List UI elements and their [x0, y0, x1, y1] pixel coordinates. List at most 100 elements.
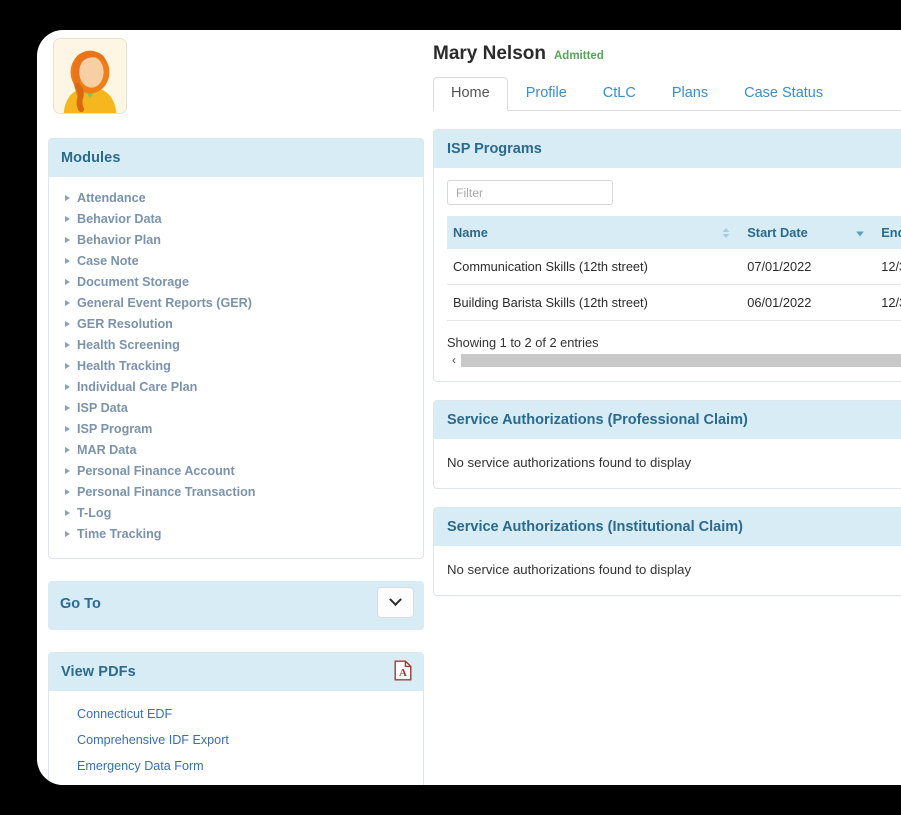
sidebar-item-label: GER Resolution — [77, 316, 173, 331]
pdf-file-icon[interactable]: A — [394, 660, 412, 681]
isp-programs-title: ISP Programs — [434, 130, 901, 168]
isp-programs-table: Name Start Date En Communication Skills … — [447, 216, 901, 321]
table-cell-name: Building Barista Skills (12th street) — [447, 284, 742, 321]
table-cell-end-date: 12/31/2022 — [875, 284, 901, 321]
column-header-start-date[interactable]: Start Date — [741, 216, 876, 249]
sidebar-item-label: Case Note — [77, 253, 139, 268]
main-content: Mary Nelson Admitted Home Profile CtLC Plan… — [433, 30, 901, 596]
sidebar-item-module[interactable]: MAR Data — [49, 439, 423, 460]
caret-right-icon — [65, 530, 70, 537]
sidebar-item-module[interactable]: Behavior Data — [49, 208, 423, 229]
sidebar-item-module[interactable]: Attendance — [49, 187, 423, 208]
sidebar-item-label: Health Screening — [77, 337, 180, 352]
page-title: Mary Nelson — [433, 43, 546, 64]
caret-right-icon — [65, 341, 70, 348]
tab-plans[interactable]: Plans — [654, 77, 726, 110]
pdf-link[interactable]: Emergency Data Form — [49, 753, 423, 779]
go-to-panel: Go To — [48, 581, 424, 630]
sidebar-item-module[interactable]: ISP Program — [49, 418, 423, 439]
sidebar-item-label: Behavior Data — [77, 211, 162, 226]
service-auth-professional-body: No service authorizations found to displ… — [434, 439, 901, 488]
sidebar-item-label: MAR Data — [77, 442, 137, 457]
isp-programs-panel: ISP Programs Name — [433, 129, 901, 382]
sidebar-item-module[interactable]: ISP Data — [49, 397, 423, 418]
sidebar-item-module[interactable]: Personal Finance Transaction — [49, 481, 423, 502]
table-cell-start-date: 07/01/2022 — [741, 249, 876, 285]
sidebar-item-module[interactable]: Behavior Plan — [49, 229, 423, 250]
go-to-dropdown-button[interactable] — [377, 587, 414, 618]
caret-right-icon — [65, 215, 70, 222]
sidebar-item-module[interactable]: Personal Finance Account — [49, 460, 423, 481]
filter-input[interactable] — [447, 180, 613, 205]
sort-both-icon — [721, 227, 731, 239]
caret-right-icon — [65, 467, 70, 474]
service-auth-institutional-empty: No service authorizations found to displ… — [447, 562, 692, 577]
table-cell-name: Communication Skills (12th street) — [447, 249, 742, 285]
sidebar-item-module[interactable]: Health Tracking — [49, 355, 423, 376]
go-to-label: Go To — [60, 596, 101, 612]
tab-case-status[interactable]: Case Status — [726, 77, 841, 110]
view-pdfs-title: View PDFs — [61, 664, 136, 680]
tab-home[interactable]: Home — [433, 77, 508, 111]
caret-right-icon — [65, 509, 70, 516]
caret-right-icon — [65, 278, 70, 285]
sidebar-item-label: Health Tracking — [77, 358, 171, 373]
service-auth-professional-title: Service Authorizations (Professional Cla… — [434, 401, 901, 439]
sidebar-item-module[interactable]: Individual Care Plan — [49, 376, 423, 397]
table-cell-start-date: 06/01/2022 — [741, 284, 876, 321]
app-card: Modules Attendance Behavior Data Behavior … — [37, 30, 901, 785]
sidebar-item-label: Time Tracking — [77, 526, 162, 541]
sidebar-item-label: ISP Data — [77, 400, 128, 415]
sidebar-item-module[interactable]: Case Note — [49, 250, 423, 271]
scrollbar-track[interactable] — [461, 354, 901, 367]
caret-right-icon — [65, 362, 70, 369]
sidebar-item-label: T-Log — [77, 505, 112, 520]
sidebar-item-module[interactable]: General Event Reports (GER) — [49, 292, 423, 313]
caret-right-icon — [65, 446, 70, 453]
sidebar-item-module[interactable]: GER Resolution — [49, 313, 423, 334]
caret-right-icon — [65, 194, 70, 201]
table-entry-count: Showing 1 to 2 of 2 entries — [447, 335, 599, 350]
service-auth-professional-empty: No service authorizations found to displ… — [447, 455, 692, 470]
tab-bar: Home Profile CtLC Plans Case Status — [433, 77, 901, 111]
chevron-down-icon — [389, 593, 402, 607]
app-card-inner: Modules Attendance Behavior Data Behavior … — [37, 30, 901, 785]
column-header-end-date[interactable]: End Date — [875, 216, 901, 249]
sidebar-item-label: Document Storage — [77, 274, 189, 289]
column-header-name[interactable]: Name — [447, 216, 742, 249]
column-header-name-label: Name — [453, 225, 488, 240]
modules-panel-title: Modules — [49, 139, 423, 177]
caret-right-icon — [65, 320, 70, 327]
tab-profile[interactable]: Profile — [508, 77, 585, 110]
sidebar-item-module[interactable]: Document Storage — [49, 271, 423, 292]
table-header-row: Name Start Date En — [447, 216, 901, 249]
table-row[interactable]: Building Barista Skills (12th street) 06/… — [447, 284, 901, 321]
isp-programs-body: Name — [434, 168, 901, 381]
caret-right-icon — [65, 236, 70, 243]
sidebar-item-label: Personal Finance Account — [77, 463, 235, 478]
column-header-end-date-label: End Date — [881, 225, 901, 240]
service-auth-institutional-panel: Service Authorizations (Institutional Cl… — [433, 507, 901, 596]
chevron-left-icon[interactable]: ‹ — [447, 354, 461, 367]
sidebar-item-module[interactable]: Health Screening — [49, 334, 423, 355]
caret-right-icon — [65, 404, 70, 411]
sidebar-item-label: Personal Finance Transaction — [77, 484, 256, 499]
tab-ctlc[interactable]: CtLC — [585, 77, 654, 110]
table-row[interactable]: Communication Skills (12th street) 07/01/… — [447, 249, 901, 285]
view-pdfs-header: View PDFs A — [49, 653, 423, 691]
modules-panel: Modules Attendance Behavior Data Behavior … — [48, 138, 424, 559]
service-auth-institutional-body: No service authorizations found to displ… — [434, 546, 901, 595]
sidebar-item-label: Individual Care Plan — [77, 379, 198, 394]
sidebar-item-module[interactable]: T-Log — [49, 502, 423, 523]
screen-background: Modules Attendance Behavior Data Behavior … — [0, 0, 901, 815]
caret-right-icon — [65, 257, 70, 264]
pdf-link[interactable]: Comprehensive IDF Export — [49, 727, 423, 753]
sidebar-item-label: Behavior Plan — [77, 232, 161, 247]
pdf-link[interactable]: Connecticut EDF — [49, 701, 423, 727]
sidebar-item-label: ISP Program — [77, 421, 153, 436]
view-pdfs-links: Connecticut EDF Comprehensive IDF Export E… — [49, 691, 423, 785]
sidebar-item-module[interactable]: Time Tracking — [49, 523, 423, 544]
column-header-start-date-label: Start Date — [747, 225, 808, 240]
horizontal-scrollbar[interactable]: ‹ — [447, 354, 901, 367]
sidebar-item-label: Attendance — [77, 190, 146, 205]
